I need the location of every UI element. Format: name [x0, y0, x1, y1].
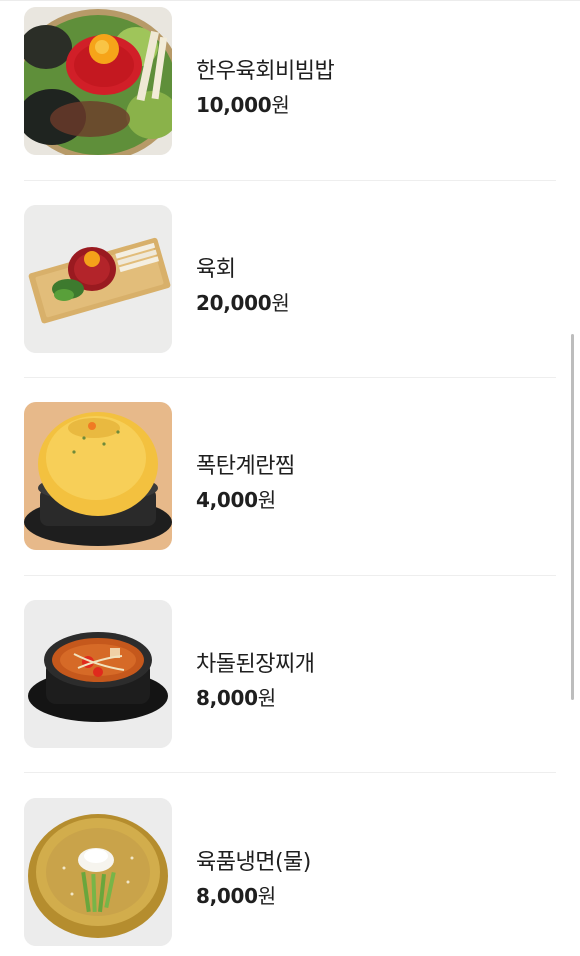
item-divider	[24, 377, 556, 378]
menu-item-price: 10,000원	[196, 89, 290, 118]
price-value: 8,000	[196, 884, 258, 908]
steamed-egg-dish-icon	[24, 402, 172, 550]
bibimbap-dish-icon	[24, 7, 172, 155]
menu-item-name: 육회	[196, 257, 236, 282]
cold-noodle-dish-icon	[24, 798, 172, 946]
item-divider	[24, 180, 556, 181]
price-unit: 원	[257, 686, 276, 710]
top-divider	[0, 0, 580, 1]
menu-item-price: 4,000원	[196, 484, 276, 513]
doenjang-stew-dish-icon	[24, 600, 172, 748]
price-unit: 원	[257, 884, 276, 908]
menu-item-name: 한우육회비빔밥	[196, 59, 335, 84]
price-unit: 원	[257, 488, 276, 512]
menu-item-doenjang-stew[interactable]: 차돌된장찌개 8,000원	[24, 600, 556, 748]
menu-item-bibimbap[interactable]: 한우육회비빔밥 10,000원	[24, 7, 556, 155]
yukhoe-dish-icon	[24, 205, 172, 353]
menu-item-steamed-egg[interactable]: 폭탄계란찜 4,000원	[24, 402, 556, 550]
menu-item-price: 8,000원	[196, 880, 276, 909]
price-value: 4,000	[196, 488, 258, 512]
price-unit: 원	[271, 93, 290, 117]
price-value: 20,000	[196, 291, 272, 315]
menu-item-name: 육품냉면(물)	[196, 850, 311, 875]
item-divider	[24, 772, 556, 773]
menu-item-name: 폭탄계란찜	[196, 454, 295, 479]
vertical-scrollbar[interactable]	[571, 334, 574, 700]
menu-item-price: 20,000원	[196, 287, 290, 316]
menu-item-yukhoe[interactable]: 육회 20,000원	[24, 205, 556, 353]
menu-item-name: 차돌된장찌개	[196, 652, 315, 677]
item-divider	[24, 575, 556, 576]
price-value: 10,000	[196, 93, 272, 117]
menu-item-price: 8,000원	[196, 682, 276, 711]
price-unit: 원	[271, 291, 290, 315]
price-value: 8,000	[196, 686, 258, 710]
menu-item-cold-noodle[interactable]: 육품냉면(물) 8,000원	[24, 798, 556, 946]
